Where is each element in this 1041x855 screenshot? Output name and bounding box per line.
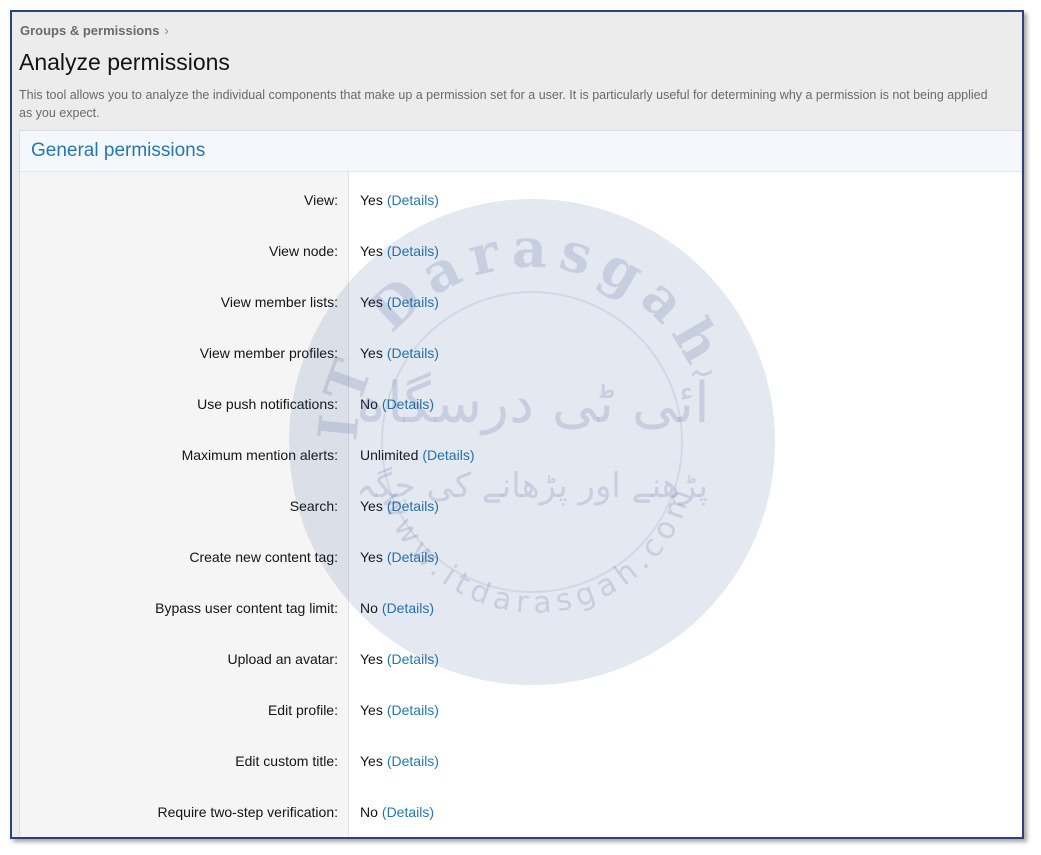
details-link[interactable]: (Details) (387, 651, 439, 667)
permission-value-cell: Unlimited (Details) (360, 447, 474, 463)
permission-row: View member profiles: Yes (Details) (20, 345, 1022, 365)
permission-value: Yes (360, 702, 383, 718)
permission-value: Yes (360, 243, 383, 259)
permission-value: Yes (360, 294, 383, 310)
permission-label: View: (304, 192, 338, 208)
permission-value-cell: Yes (Details) (360, 651, 439, 667)
permission-label: View node: (268, 243, 338, 259)
section-title: General permissions (20, 131, 1022, 172)
permission-value-cell: Yes (Details) (360, 753, 439, 769)
torn-edge-right (1031, 0, 1041, 855)
permission-row: Use push notifications: No (Details) (20, 396, 1022, 416)
permission-value: No (360, 804, 378, 820)
permission-row: View: Yes (Details) (20, 192, 1022, 212)
page-title: Analyze permissions (19, 49, 230, 75)
permission-value: No (360, 396, 378, 412)
details-link[interactable]: (Details) (387, 753, 439, 769)
permission-value-cell: Yes (Details) (360, 549, 439, 565)
permission-label: Search: (289, 498, 338, 514)
permission-row: Upload an avatar: Yes (Details) (20, 651, 1022, 671)
details-link[interactable]: (Details) (382, 396, 434, 412)
permission-value: Yes (360, 753, 383, 769)
permission-label: View member lists: (220, 294, 338, 310)
details-link[interactable]: (Details) (387, 345, 439, 361)
page-description: This tool allows you to analyze the indi… (19, 88, 988, 120)
details-link[interactable]: (Details) (387, 702, 439, 718)
chevron-right-icon: › (164, 23, 169, 38)
breadcrumb-groups-permissions-link[interactable]: Groups & permissions (20, 23, 159, 38)
permission-value-cell: Yes (Details) (360, 192, 439, 208)
permission-value: Yes (360, 651, 383, 667)
permission-list: View: Yes (Details) View node: Yes (Details) V… (20, 172, 1022, 837)
permission-value: Yes (360, 192, 383, 208)
permission-value-cell: No (Details) (360, 804, 434, 820)
details-link[interactable]: (Details) (382, 600, 434, 616)
details-link[interactable]: (Details) (387, 549, 439, 565)
permission-value-cell: Yes (Details) (360, 345, 439, 361)
details-link[interactable]: (Details) (387, 498, 439, 514)
permission-value: No (360, 600, 378, 616)
permission-value-cell: Yes (Details) (360, 498, 439, 514)
permission-label: Bypass user content tag limit: (155, 600, 338, 616)
permission-label: Edit custom title: (235, 753, 338, 769)
permission-value: Unlimited (360, 447, 419, 463)
permission-label: Maximum mention alerts: (181, 447, 338, 463)
permission-value-cell: No (Details) (360, 396, 434, 412)
permission-value-cell: Yes (Details) (360, 702, 439, 718)
permission-row: Edit custom title: Yes (Details) (20, 753, 1022, 773)
permission-value-cell: Yes (Details) (360, 294, 439, 310)
permission-row: View member lists: Yes (Details) (20, 294, 1022, 314)
permission-row: Create new content tag: Yes (Details) (20, 549, 1022, 569)
breadcrumb: Groups & permissions › (20, 23, 169, 38)
details-link[interactable]: (Details) (387, 192, 439, 208)
permission-label: Create new content tag: (189, 549, 338, 565)
permission-value: Yes (360, 345, 383, 361)
permission-row: Bypass user content tag limit: No (Details… (20, 600, 1022, 620)
permission-value: Yes (360, 549, 383, 565)
permission-row: Edit profile: Yes (Details) (20, 702, 1022, 722)
permission-row: Require two-step verification: No (Details… (20, 804, 1022, 824)
permission-row: View node: Yes (Details) (20, 243, 1022, 263)
permission-row: Search: Yes (Details) (20, 498, 1022, 518)
details-link[interactable]: (Details) (387, 243, 439, 259)
permission-label: Upload an avatar: (227, 651, 338, 667)
permission-value-cell: Yes (Details) (360, 243, 439, 259)
details-link[interactable]: (Details) (422, 447, 474, 463)
general-permissions-block: General permissions View: Yes (Details) Vie… (19, 130, 1022, 837)
details-link[interactable]: (Details) (382, 804, 434, 820)
permission-value: Yes (360, 498, 383, 514)
permission-label: Edit profile: (267, 702, 338, 718)
permission-value-cell: No (Details) (360, 600, 434, 616)
details-link[interactable]: (Details) (387, 294, 439, 310)
permission-label: Use push notifications: (197, 396, 338, 412)
permission-label: Require two-step verification: (157, 804, 338, 820)
torn-edge-bottom (0, 845, 1041, 855)
permission-row: Maximum mention alerts: Unlimited (Details… (20, 447, 1022, 467)
screenshot-frame: Groups & permissions › Analyze permissio… (10, 10, 1024, 839)
permission-label: View member profiles: (199, 345, 338, 361)
